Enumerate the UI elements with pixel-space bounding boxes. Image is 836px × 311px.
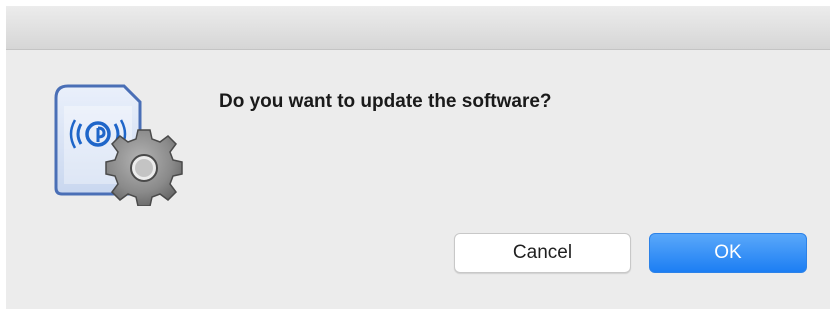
title-bar[interactable] bbox=[6, 6, 830, 50]
ok-button[interactable]: OK bbox=[649, 233, 807, 273]
alert-dialog: Do you want to update the software? Canc… bbox=[6, 6, 830, 309]
sd-card-gear-icon bbox=[52, 84, 184, 207]
cancel-button[interactable]: Cancel bbox=[454, 233, 631, 273]
dialog-message: Do you want to update the software? bbox=[219, 91, 552, 112]
